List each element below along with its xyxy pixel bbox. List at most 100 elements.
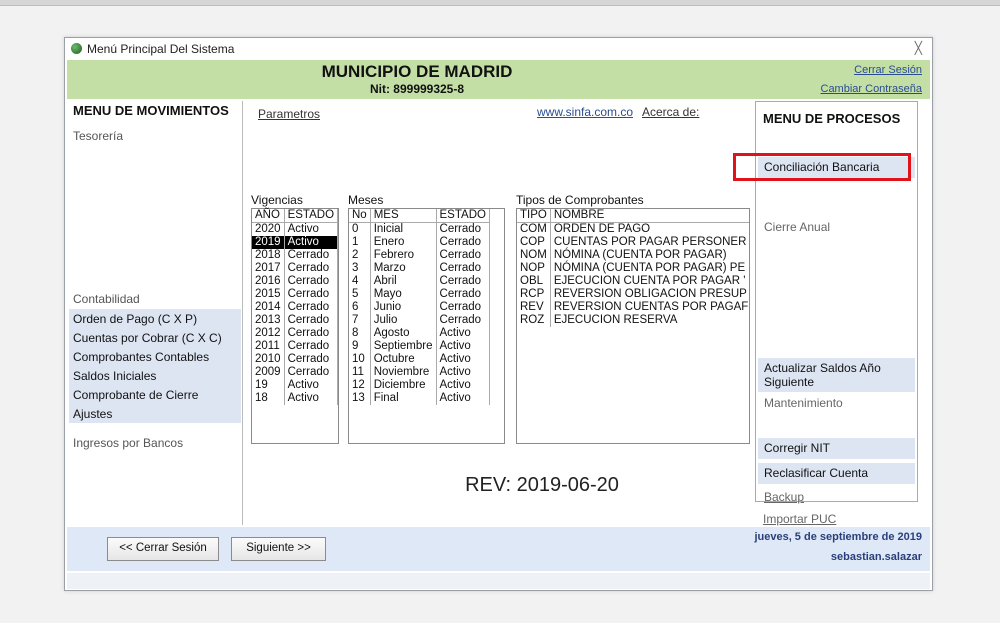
tesoreria-link[interactable]: Tesorería bbox=[73, 129, 123, 143]
cerrar-sesion-button[interactable]: << Cerrar Sesión bbox=[107, 537, 219, 561]
parametros-link[interactable]: Parametros bbox=[258, 107, 320, 121]
table-cell: Julio bbox=[370, 314, 437, 327]
table-cell: 6 bbox=[349, 301, 371, 314]
meses-label: Meses bbox=[348, 193, 384, 207]
footer-bar: << Cerrar Sesión Siguiente >> jueves, 5 … bbox=[67, 527, 930, 571]
table-row[interactable]: 2009 Cerrado bbox=[252, 366, 339, 379]
table-cell: Cerrado bbox=[436, 236, 490, 249]
orden-pago-item[interactable]: Orden de Pago (C X P) bbox=[69, 309, 241, 328]
table-cell: Cerrado bbox=[284, 366, 339, 379]
table-cell: OBL bbox=[517, 275, 551, 288]
table-row[interactable]: COP CUENTAS POR PAGAR PERSONER bbox=[517, 236, 749, 249]
table-cell: COM bbox=[517, 222, 551, 236]
table-cell: NÓMINA (CUENTA POR PAGAR) PE bbox=[550, 262, 749, 275]
tipos-comprobantes-grid[interactable]: TIPO NOMBRE COM ORDEN DE PAGO COP CUENTAS P… bbox=[516, 208, 750, 444]
cerrar-sesion-link[interactable]: Cerrar Sesión bbox=[854, 64, 922, 76]
table-row[interactable]: OBL EJECUCION CUENTA POR PAGAR ' bbox=[517, 275, 749, 288]
table-row[interactable]: 9 Septiembre Activo bbox=[349, 340, 490, 353]
table-cell: Cerrado bbox=[284, 288, 339, 301]
table-row[interactable]: 12 Diciembre Activo bbox=[349, 379, 490, 392]
table-row[interactable]: 2015 Cerrado bbox=[252, 288, 339, 301]
table-row[interactable]: 18 Activo bbox=[252, 392, 339, 405]
saldos-iniciales-item[interactable]: Saldos Iniciales bbox=[69, 366, 241, 385]
table-row[interactable]: 8 Agosto Activo bbox=[349, 327, 490, 340]
table-cell: Septiembre bbox=[370, 340, 437, 353]
table-cell: NOM bbox=[517, 249, 551, 262]
siguiente-button[interactable]: Siguiente >> bbox=[231, 537, 326, 561]
table-cell: Abril bbox=[370, 275, 437, 288]
cierre-anual-link[interactable]: Cierre Anual bbox=[764, 220, 830, 234]
table-cell: Activo bbox=[284, 236, 339, 249]
acerca-link[interactable]: Acerca de: bbox=[642, 105, 699, 119]
mantenimiento-label: Mantenimiento bbox=[764, 396, 843, 410]
table-row[interactable]: 5 Mayo Cerrado bbox=[349, 288, 490, 301]
meses-table: No MES ESTADO 0 Inicial Cerrado 1 Enero Cerra… bbox=[349, 209, 490, 405]
table-cell: 2 bbox=[349, 249, 371, 262]
table-cell: COP bbox=[517, 236, 551, 249]
table-row[interactable]: 11 Noviembre Activo bbox=[349, 366, 490, 379]
table-row[interactable]: 2013 Cerrado bbox=[252, 314, 339, 327]
table-cell: Febrero bbox=[370, 249, 437, 262]
table-row[interactable]: 2 Febrero Cerrado bbox=[349, 249, 490, 262]
table-row[interactable]: COM ORDEN DE PAGO bbox=[517, 222, 749, 236]
municipio-title: MUNICIPIO DE MADRID bbox=[321, 62, 513, 81]
table-row[interactable]: 0 Inicial Cerrado bbox=[349, 222, 490, 236]
table-row[interactable]: 2014 Cerrado bbox=[252, 301, 339, 314]
table-cell: 7 bbox=[349, 314, 371, 327]
ingresos-bancos-link[interactable]: Ingresos por Bancos bbox=[73, 436, 183, 450]
window-titlebar: Menú Principal Del Sistema ╳ bbox=[65, 38, 932, 58]
table-row[interactable]: 2019 Activo bbox=[252, 236, 339, 249]
actualizar-saldos-item[interactable]: Actualizar Saldos Año Siguiente bbox=[758, 358, 915, 392]
table-row[interactable]: NOM NÓMINA (CUENTA POR PAGAR) bbox=[517, 249, 749, 262]
table-row[interactable]: 2017 Cerrado bbox=[252, 262, 339, 275]
table-cell: Cerrado bbox=[284, 353, 339, 366]
ajustes-item[interactable]: Ajustes bbox=[69, 404, 241, 423]
col-header: No bbox=[349, 209, 371, 223]
cuentas-cobrar-item[interactable]: Cuentas por Cobrar (C X C) bbox=[69, 328, 241, 347]
table-cell: Diciembre bbox=[370, 379, 437, 392]
table-row[interactable]: 6 Junio Cerrado bbox=[349, 301, 490, 314]
close-icon[interactable]: ╳ bbox=[915, 41, 922, 55]
table-row[interactable]: 3 Marzo Cerrado bbox=[349, 262, 490, 275]
table-cell: ROZ bbox=[517, 314, 551, 327]
table-cell: 12 bbox=[349, 379, 371, 392]
cambiar-contrasena-link[interactable]: Cambiar Contraseña bbox=[821, 83, 923, 95]
website-link[interactable]: www.sinfa.com.co bbox=[537, 105, 633, 119]
table-row[interactable]: ROZ EJECUCION RESERVA bbox=[517, 314, 749, 327]
table-row[interactable]: NOP NÓMINA (CUENTA POR PAGAR) PE bbox=[517, 262, 749, 275]
comprobante-cierre-item[interactable]: Comprobante de Cierre bbox=[69, 385, 241, 404]
table-cell: 13 bbox=[349, 392, 371, 405]
table-row[interactable]: 19 Activo bbox=[252, 379, 339, 392]
table-cell: 2011 bbox=[252, 340, 285, 353]
table-cell: 8 bbox=[349, 327, 371, 340]
table-row[interactable]: 2018 Cerrado bbox=[252, 249, 339, 262]
reclasificar-cuenta-item[interactable]: Reclasificar Cuenta bbox=[758, 463, 915, 484]
table-cell: 3 bbox=[349, 262, 371, 275]
table-cell: Cerrado bbox=[436, 249, 490, 262]
table-row[interactable]: 1 Enero Cerrado bbox=[349, 236, 490, 249]
table-cell: NÓMINA (CUENTA POR PAGAR) bbox=[550, 249, 749, 262]
table-cell: CUENTAS POR PAGAR PERSONER bbox=[550, 236, 749, 249]
table-row[interactable]: 13 Final Activo bbox=[349, 392, 490, 405]
comprobantes-contables-item[interactable]: Comprobantes Contables bbox=[69, 347, 241, 366]
table-row[interactable]: 2012 Cerrado bbox=[252, 327, 339, 340]
meses-grid[interactable]: No MES ESTADO 0 Inicial Cerrado 1 Enero Cerra… bbox=[348, 208, 505, 444]
backup-link[interactable]: Backup bbox=[764, 490, 804, 504]
table-row[interactable]: 2016 Cerrado bbox=[252, 275, 339, 288]
table-cell: Activo bbox=[436, 353, 490, 366]
importar-puc-link[interactable]: Importar PUC bbox=[763, 512, 836, 526]
table-row[interactable]: 7 Julio Cerrado bbox=[349, 314, 490, 327]
highlight-annotation bbox=[733, 153, 911, 181]
table-row[interactable]: 2010 Cerrado bbox=[252, 353, 339, 366]
corregir-nit-item[interactable]: Corregir NIT bbox=[758, 438, 915, 459]
table-cell: REVERSION OBLIGACION PRESUP bbox=[550, 288, 749, 301]
table-cell: 2009 bbox=[252, 366, 285, 379]
vigencias-grid[interactable]: AÑO ESTADO 2020 Activo 2019 Activo 2018 Cerra… bbox=[251, 208, 339, 444]
actualizar-saldos-line2: Siguiente bbox=[764, 375, 815, 389]
table-row[interactable]: REV REVERSION CUENTAS POR PAGAF bbox=[517, 301, 749, 314]
table-row[interactable]: 10 Octubre Activo bbox=[349, 353, 490, 366]
table-row[interactable]: 2011 Cerrado bbox=[252, 340, 339, 353]
table-row[interactable]: 2020 Activo bbox=[252, 222, 339, 236]
table-row[interactable]: RCP REVERSION OBLIGACION PRESUP bbox=[517, 288, 749, 301]
table-row[interactable]: 4 Abril Cerrado bbox=[349, 275, 490, 288]
